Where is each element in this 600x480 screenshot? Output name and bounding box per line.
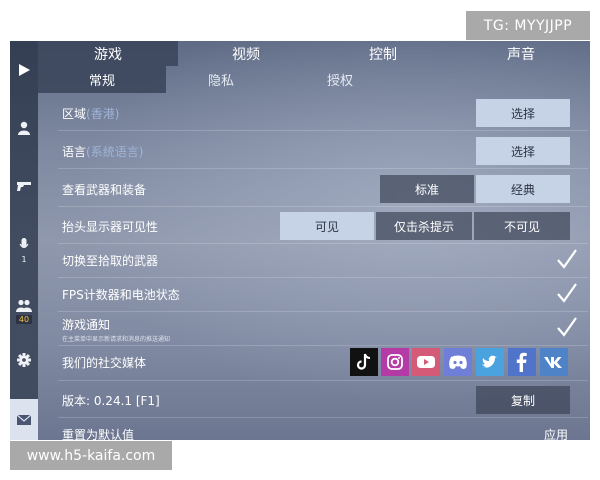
- tab-controls[interactable]: 控制: [314, 41, 452, 66]
- main-tabs: 游戏 视频 控制 声音: [38, 41, 590, 66]
- subtab-privacy[interactable]: 隐私: [166, 66, 276, 93]
- watermark-bottom: www.h5-kaifa.com: [10, 441, 172, 470]
- version-label: 版本: 0.24.1 [F1]: [62, 393, 160, 408]
- language-value: (系统语言): [86, 144, 144, 159]
- game-settings-screen: 1 40 游戏 视频 控制 声音 常规 隐私 授权 区域 (香港) 选择 语言 …: [10, 41, 590, 440]
- sidebar-item-friends[interactable]: 40: [10, 291, 38, 331]
- notifications-checkbox[interactable]: [556, 316, 578, 338]
- friends-count: 40: [15, 314, 33, 324]
- region-label-group: 区域 (香港): [62, 96, 119, 130]
- subtab-permissions[interactable]: 授权: [276, 66, 404, 93]
- apply-reset-button[interactable]: 应用: [544, 417, 568, 441]
- sidebar: 1 40: [10, 41, 38, 440]
- switch-weapon-row: 切换至拾取的武器: [58, 243, 588, 278]
- sidebar-item-play[interactable]: [10, 55, 38, 85]
- version-row: 版本: 0.24.1 [F1] 复制: [58, 383, 588, 418]
- group-icon: [16, 299, 32, 312]
- sidebar-item-mail[interactable]: [10, 399, 38, 440]
- microphone-icon: [19, 238, 29, 249]
- weapons-label: 查看武器和装备: [62, 182, 147, 197]
- hud-row: 抬头显示器可见性 可见 仅击杀提示 不可见: [58, 209, 588, 244]
- switch-weapon-checkbox[interactable]: [556, 248, 578, 270]
- fps-battery-row: FPS计数器和电池状态: [58, 277, 588, 312]
- notifications-row: 游戏通知 在主菜单中显示新请求和消息的推送通知: [58, 311, 588, 346]
- weapons-option-standard[interactable]: 标准: [380, 175, 474, 203]
- region-row: 区域 (香港) 选择: [58, 96, 588, 131]
- voice-count: 1: [21, 255, 27, 264]
- twitter-icon[interactable]: [476, 348, 504, 376]
- tab-sound[interactable]: 声音: [452, 41, 590, 66]
- hud-option-visible[interactable]: 可见: [280, 212, 374, 240]
- region-label: 区域: [62, 106, 87, 121]
- hud-option-hidden[interactable]: 不可见: [474, 212, 570, 240]
- hud-option-kill-only[interactable]: 仅击杀提示: [376, 212, 472, 240]
- vk-icon[interactable]: [540, 348, 568, 376]
- social-label: 我们的社交媒体: [62, 355, 147, 370]
- weapons-row: 查看武器和装备 标准 经典: [58, 172, 588, 207]
- person-icon: [18, 121, 30, 135]
- switch-weapon-label: 切换至拾取的武器: [62, 253, 159, 268]
- fps-battery-label: FPS计数器和电池状态: [62, 287, 180, 302]
- sidebar-item-weapons[interactable]: [10, 171, 38, 201]
- sidebar-item-settings[interactable]: [10, 345, 38, 375]
- sidebar-item-profile[interactable]: [10, 113, 38, 143]
- tab-video[interactable]: 视频: [178, 41, 314, 66]
- language-row: 语言 (系统语言) 选择: [58, 134, 588, 169]
- subtab-general[interactable]: 常规: [38, 66, 166, 93]
- reset-row: 重置为默认值 应用: [58, 417, 588, 441]
- language-label: 语言: [62, 144, 87, 159]
- copy-version-button[interactable]: 复制: [476, 386, 570, 414]
- facebook-icon[interactable]: [508, 348, 536, 376]
- discord-icon[interactable]: [444, 348, 472, 376]
- weapons-option-classic[interactable]: 经典: [476, 175, 570, 203]
- gear-icon: [17, 353, 31, 367]
- social-row: 我们的社交媒体: [58, 344, 588, 381]
- mail-icon: [17, 414, 31, 425]
- gun-icon: [17, 182, 31, 191]
- sidebar-item-voice[interactable]: 1: [10, 233, 38, 269]
- language-label-group: 语言 (系统语言): [62, 134, 143, 168]
- instagram-icon[interactable]: [381, 348, 409, 376]
- notifications-sublabel: 在主菜单中显示新请求和消息的推送通知: [62, 336, 171, 343]
- region-value: (香港): [86, 106, 120, 121]
- hud-label: 抬头显示器可见性: [62, 219, 159, 234]
- reset-label: 重置为默认值: [62, 427, 135, 441]
- youtube-icon[interactable]: [412, 348, 440, 376]
- tiktok-icon[interactable]: [350, 348, 378, 376]
- language-select-button[interactable]: 选择: [476, 137, 570, 165]
- sub-tabs: 常规 隐私 授权: [38, 66, 590, 93]
- fps-battery-checkbox[interactable]: [556, 282, 578, 304]
- watermark-top: TG: MYYJJPP: [466, 11, 590, 40]
- region-select-button[interactable]: 选择: [476, 99, 570, 127]
- play-icon: [19, 64, 30, 76]
- tab-game[interactable]: 游戏: [38, 41, 178, 66]
